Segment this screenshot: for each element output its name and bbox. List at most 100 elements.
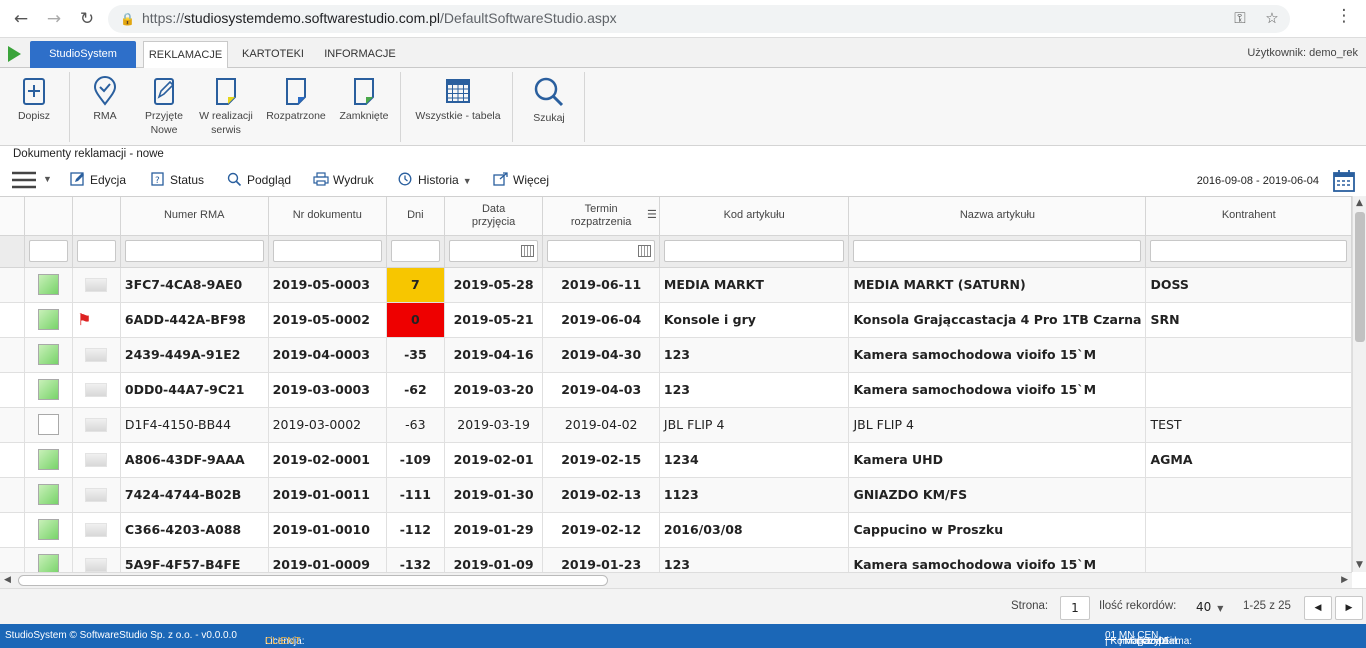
chevron-down-icon[interactable]: ▼ xyxy=(43,174,52,184)
table-row[interactable]: 5A9F-4F57-B4FE 2019-01-0009 -132 2019-01-09… xyxy=(0,547,1352,572)
row-selector[interactable] xyxy=(0,337,26,373)
status-indicator[interactable] xyxy=(38,554,60,572)
table-row[interactable]: C366-4203-A088 2019-01-0010 -112 2019-01-29… xyxy=(0,512,1352,548)
column-menu-icon[interactable]: ☰ xyxy=(647,209,657,222)
flag-cell[interactable] xyxy=(72,477,121,513)
page-number-input[interactable]: 1 xyxy=(1060,596,1090,620)
row-selector[interactable] xyxy=(0,302,26,338)
filter-nazwa-artykulu-input[interactable] xyxy=(853,240,1142,262)
table-row[interactable]: 7424-4744-B02B 2019-01-0011 -111 2019-01-30… xyxy=(0,477,1352,513)
szukaj-button[interactable]: Szukaj xyxy=(526,72,572,125)
horizontal-scrollbar[interactable]: ◀ ▶ xyxy=(0,572,1352,588)
rozpatrzone-button[interactable]: Rozpatrzone xyxy=(264,72,328,123)
rma-button[interactable]: RMA xyxy=(82,72,128,123)
dopisz-button[interactable]: Dopisz xyxy=(10,72,58,123)
prev-page-button[interactable]: ◀ xyxy=(1304,596,1332,620)
w-realizacji-button[interactable]: W realizacji serwis xyxy=(196,72,256,137)
status-indicator[interactable] xyxy=(38,309,60,330)
table-row[interactable]: 2439-449A-91E2 2019-04-0003 -35 2019-04-16 2… xyxy=(0,337,1352,373)
filter-flag-input[interactable] xyxy=(77,240,116,262)
scroll-right-icon[interactable]: ▶ xyxy=(1341,575,1348,585)
status-button[interactable]: ? Status xyxy=(150,172,204,187)
calendar-icon[interactable] xyxy=(637,245,651,257)
status-cell[interactable] xyxy=(24,442,74,478)
column-header-nr-dokumentu[interactable]: Nr dokumentu xyxy=(268,197,388,236)
page-size-select[interactable]: 40 ▼ xyxy=(1192,596,1236,620)
filter-kontrahent-input[interactable] xyxy=(1150,240,1347,262)
key-icon[interactable]: ⚿ xyxy=(1230,9,1250,27)
filter-kod-artykulu-input[interactable] xyxy=(663,240,845,262)
vertical-scroll-thumb[interactable] xyxy=(1355,212,1365,342)
status-cell[interactable] xyxy=(24,547,74,572)
column-header-nazwa-artykulu[interactable]: Nazwa artykułu xyxy=(848,197,1147,236)
row-selector[interactable] xyxy=(0,442,26,478)
scroll-down-icon[interactable]: ▼ xyxy=(1356,560,1363,570)
status-indicator[interactable] xyxy=(38,344,60,365)
row-selector[interactable] xyxy=(0,547,26,572)
row-selector[interactable] xyxy=(0,512,26,548)
column-header-numer-rma[interactable]: Numer RMA xyxy=(120,197,269,236)
podglad-button[interactable]: Podgląd xyxy=(227,172,291,187)
flag-cell[interactable]: ⚑ xyxy=(72,302,121,338)
calendar-icon[interactable] xyxy=(521,245,535,257)
column-header-flag[interactable] xyxy=(72,197,121,236)
table-row[interactable]: D1F4-4150-BB44 2019-03-0002 -63 2019-03-19 2… xyxy=(0,407,1352,443)
table-row[interactable]: ⚑ 6ADD-442A-BF98 2019-05-0002 0 2019-05-21 20… xyxy=(0,302,1352,338)
tab-informacje[interactable]: INFORMACJE xyxy=(318,41,402,68)
next-page-button[interactable]: ▶ xyxy=(1335,596,1363,620)
status-indicator[interactable] xyxy=(38,519,60,540)
scroll-up-icon[interactable]: ▲ xyxy=(1356,198,1363,208)
forward-arrow-icon[interactable]: → xyxy=(43,8,65,30)
calendar-button[interactable] xyxy=(1332,169,1356,196)
scroll-left-icon[interactable]: ◀ xyxy=(4,575,11,585)
status-indicator[interactable] xyxy=(38,379,60,400)
vertical-scrollbar[interactable]: ▲ ▼ xyxy=(1352,196,1366,572)
row-selector[interactable] xyxy=(0,407,26,443)
wydruk-button[interactable]: Wydruk xyxy=(313,172,374,187)
row-selector[interactable] xyxy=(0,372,26,408)
column-header-kontrahent[interactable]: Kontrahent xyxy=(1145,197,1352,236)
table-row[interactable]: 3FC7-4CA8-9AE0 2019-05-0003 7 2019-05-28 201… xyxy=(0,267,1352,303)
column-header-kod-artykulu[interactable]: Kod artykułu xyxy=(659,197,850,236)
status-indicator[interactable] xyxy=(38,274,60,295)
flag-cell[interactable] xyxy=(72,442,121,478)
status-cell[interactable] xyxy=(24,267,74,303)
status-indicator[interactable] xyxy=(38,449,60,470)
filter-dni-input[interactable] xyxy=(391,240,440,262)
row-selector[interactable] xyxy=(0,477,26,513)
status-cell[interactable] xyxy=(24,407,74,443)
star-icon[interactable]: ☆ xyxy=(1262,9,1282,27)
status-cell[interactable] xyxy=(24,512,74,548)
column-header-termin[interactable]: Termin rozpatrzenia ☰ xyxy=(542,197,660,236)
tab-reklamacje[interactable]: REKLAMACJE xyxy=(143,41,228,69)
edycja-button[interactable]: Edycja xyxy=(70,172,126,187)
tab-kartoteki[interactable]: KARTOTEKI xyxy=(236,41,310,68)
status-cell[interactable] xyxy=(24,337,74,373)
back-arrow-icon[interactable]: ← xyxy=(10,8,32,30)
browser-menu-icon[interactable]: ⋮ xyxy=(1334,6,1354,26)
status-indicator[interactable] xyxy=(38,484,60,505)
filter-data-przyjecia-input[interactable] xyxy=(448,240,539,262)
filter-numer-rma-input[interactable] xyxy=(124,240,264,262)
status-cell[interactable] xyxy=(24,372,74,408)
przyjete-nowe-button[interactable]: Przyjęte Nowe xyxy=(139,72,189,137)
tab-studiosystem[interactable]: StudioSystem xyxy=(30,41,136,68)
row-selector[interactable] xyxy=(0,267,26,303)
wszystkie-tabela-button[interactable]: Wszystkie - tabela xyxy=(412,72,504,123)
play-icon[interactable] xyxy=(8,46,21,62)
zamkniete-button[interactable]: Zamknięte xyxy=(336,72,392,123)
hamburger-menu-button[interactable] xyxy=(12,170,38,193)
flag-cell[interactable] xyxy=(72,267,121,303)
filter-status-input[interactable] xyxy=(29,240,69,262)
column-header-data-przyjecia[interactable]: Data przyjęcia xyxy=(444,197,544,236)
flag-cell[interactable] xyxy=(72,372,121,408)
flag-cell[interactable] xyxy=(72,512,121,548)
table-row[interactable]: A806-43DF-9AAA 2019-02-0001 -109 2019-02-01… xyxy=(0,442,1352,478)
flag-cell[interactable] xyxy=(72,407,121,443)
column-header-dni[interactable]: Dni xyxy=(386,197,445,236)
flag-cell[interactable] xyxy=(72,337,121,373)
status-cell[interactable] xyxy=(24,477,74,513)
filter-nr-dokumentu-input[interactable] xyxy=(272,240,382,262)
wiecej-button[interactable]: Więcej xyxy=(493,172,549,187)
historia-button[interactable]: Historia ▼ xyxy=(398,172,472,187)
